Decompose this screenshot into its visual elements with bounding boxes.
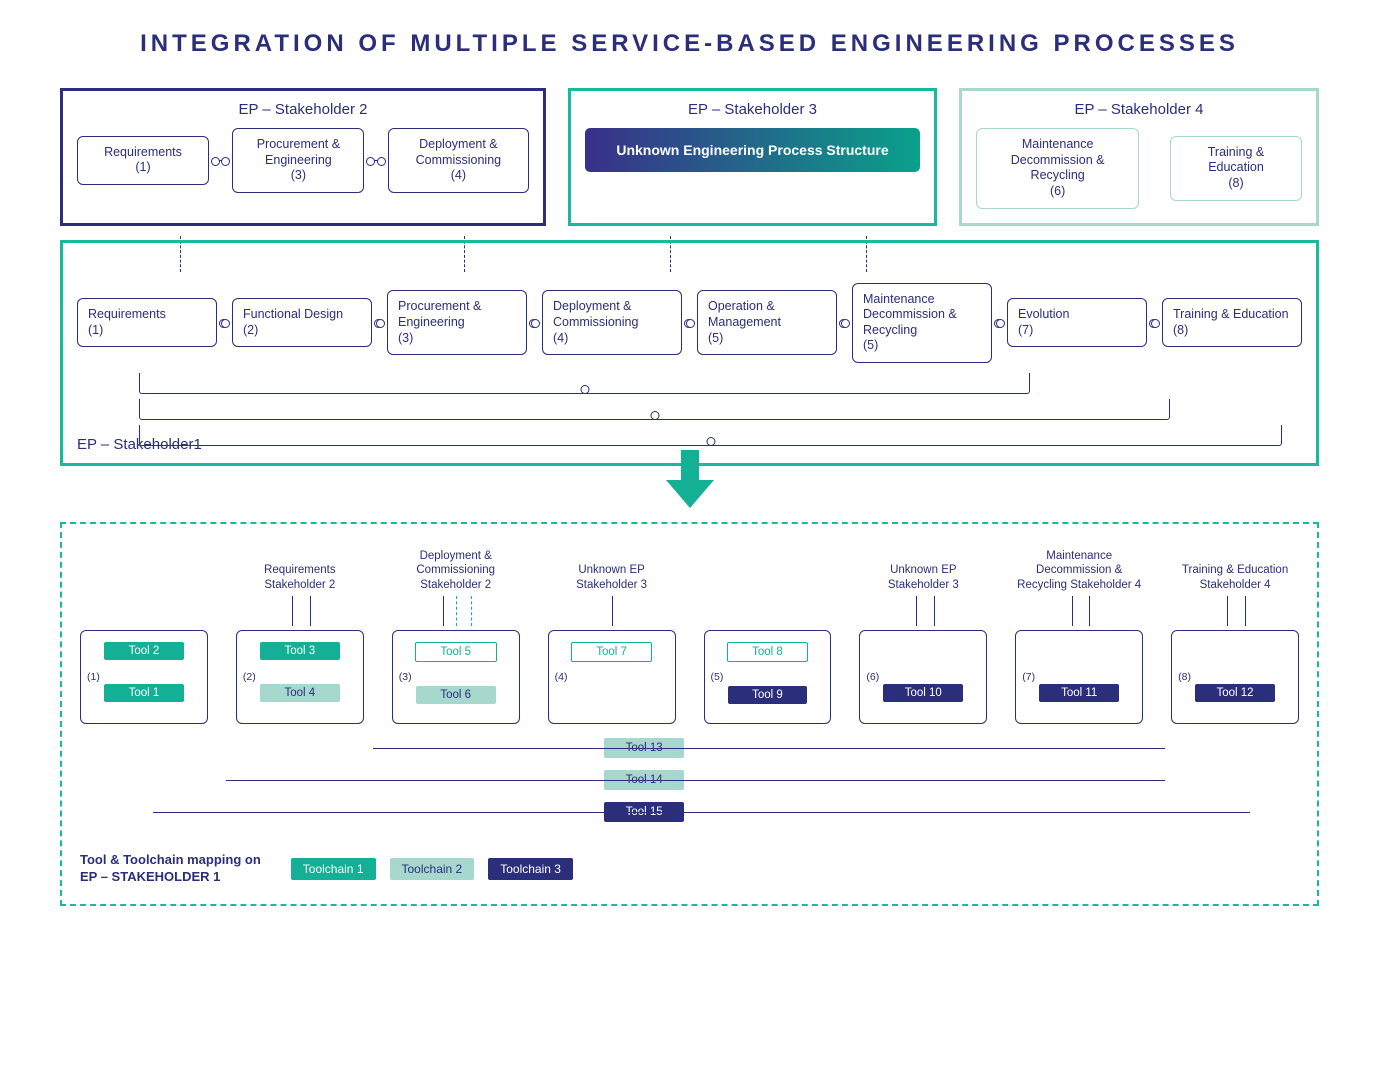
tool-chip: Tool 9 [728,686,808,704]
cell-idx: (7) [1022,671,1035,683]
anno-3: Deployment & Commissioning Stakeholder 2 [392,546,520,592]
mapping-cells: (1) Tool 2 Tool 1 (2) Tool 3 Tool 4 (3) … [80,630,1299,724]
tool-chip: Tool 11 [1039,684,1119,702]
anno-8: Training & Education Stakeholder 4 [1171,546,1299,592]
s2-step-2: Procurement & Engineering(3) [232,128,364,193]
cell-7: (7) Tool 11 [1015,630,1143,724]
tool-chip: Tool 4 [260,684,340,702]
cell-1: (1) Tool 2 Tool 1 [80,630,208,724]
horizontal-tool-bars: Tool 13 Tool 14 Tool 15 [80,738,1299,824]
mapping-footer-label: Tool & Toolchain mapping on EP – STAKEHO… [80,852,261,886]
stakeholder-4-title: EP – Stakeholder 4 [976,101,1302,118]
page-title: INTEGRATION OF MULTIPLE SERVICE-BASED EN… [60,30,1319,58]
tool-chip: Tool 12 [1195,684,1275,702]
tool-chip: Tool 2 [104,642,184,660]
tool-chip: Tool 8 [727,642,809,662]
s4-step-1: Maintenance Decommission & Recycling(6) [976,128,1139,209]
connector-icon [688,322,691,323]
cell-idx: (8) [1178,671,1191,683]
toolchain-legend: Toolchain 1 Toolchain 2 Toolchain 3 [291,858,573,880]
tool-chip: Tool 10 [883,684,963,702]
mapping-footer: Tool & Toolchain mapping on EP – STAKEHO… [80,852,1299,886]
s2-step-1: Requirements(1) [77,136,209,185]
s4-step-2: Training & Education(8) [1170,136,1302,201]
connector-icon [998,322,1001,323]
stakeholder-3-title: EP – Stakeholder 3 [585,101,920,118]
tool-mapping-panel: Requirements Stakeholder 2 Deployment & … [60,522,1319,906]
tool-chip: Tool 5 [415,642,497,662]
stakeholder-4-box: EP – Stakeholder 4 Maintenance Decommiss… [959,88,1319,226]
connector-icon [215,160,226,161]
cell-idx: (2) [243,671,256,683]
s1-step-3: Procurement & Engineering(3) [387,290,527,355]
connector-icon [378,322,381,323]
anno-1 [80,546,208,592]
cell-idx: (5) [711,671,724,683]
s1-step-7: Evolution(7) [1007,298,1147,347]
anno-2: Requirements Stakeholder 2 [236,546,364,592]
stakeholder-2-title: EP – Stakeholder 2 [77,101,529,118]
s1-step-1: Requirements(1) [77,298,217,347]
stakeholder-4-steps: Maintenance Decommission & Recycling(6) … [976,128,1302,209]
anno-5 [704,546,832,592]
stakeholder-2-box: EP – Stakeholder 2 Requirements(1) Procu… [60,88,546,226]
down-arrow-icon [666,480,714,508]
tool-chip: Tool 7 [571,642,653,662]
mapping-footer-line1: Tool & Toolchain mapping on [80,852,261,867]
top-stakeholder-row: EP – Stakeholder 2 Requirements(1) Procu… [60,88,1319,226]
stakeholder-1-steps: Requirements(1) Functional Design(2) Pro… [77,283,1302,364]
stakeholder-2-steps: Requirements(1) Procurement & Engineerin… [77,128,529,193]
cell-idx: (3) [399,671,412,683]
stakeholder-1-lane: Requirements(1) Functional Design(2) Pro… [60,240,1319,467]
s1-step-2: Functional Design(2) [232,298,372,347]
connector-icon [843,322,846,323]
mapping-annotations: Requirements Stakeholder 2 Deployment & … [80,546,1299,592]
connector-icon [370,160,381,161]
cell-4: (4) Tool 7 [548,630,676,724]
anno-4: Unknown EP Stakeholder 3 [548,546,676,592]
legend-toolchain-3: Toolchain 3 [488,858,573,880]
legend-toolchain-1: Toolchain 1 [291,858,376,880]
cell-2: (2) Tool 3 Tool 4 [236,630,364,724]
s1-step-5: Operation & Management(5) [697,290,837,355]
stakeholder-3-box: EP – Stakeholder 3 Unknown Engineering P… [568,88,937,226]
diagram-root: INTEGRATION OF MULTIPLE SERVICE-BASED EN… [0,0,1379,946]
cell-8: (8) Tool 12 [1171,630,1299,724]
cell-5: (5) Tool 8 Tool 9 [704,630,832,724]
cell-idx: (6) [866,671,879,683]
connector-icon [1153,322,1156,323]
s1-step-8: Training & Education(8) [1162,298,1302,347]
mapping-stubs [80,596,1299,626]
s2-step-3: Deployment & Commissioning(4) [388,128,529,193]
s1-step-6: Maintenance Decommission & Recycling(5) [852,283,992,364]
connector-icon [223,322,226,323]
tool-chip: Tool 1 [104,684,184,702]
mapping-footer-line2: EP – STAKEHOLDER 1 [80,869,220,884]
cell-3: (3) Tool 5 Tool 6 [392,630,520,724]
s1-step-4: Deployment & Commissioning(4) [542,290,682,355]
cell-6: (6) Tool 10 [859,630,987,724]
anno-6: Unknown EP Stakeholder 3 [859,546,987,592]
feedback-loops [77,369,1302,449]
tool-chip: Tool 6 [416,686,496,704]
tool-chip: Tool 3 [260,642,340,660]
stakeholder-1-label: EP – Stakeholder1 [77,436,202,453]
connector-icon [533,322,536,323]
cell-idx: (4) [555,671,568,683]
unknown-process-tile: Unknown Engineering Process Structure [585,128,920,172]
anno-7: Maintenance Decommission & Recycling Sta… [1015,546,1143,592]
cell-idx: (1) [87,671,100,683]
legend-toolchain-2: Toolchain 2 [390,858,475,880]
